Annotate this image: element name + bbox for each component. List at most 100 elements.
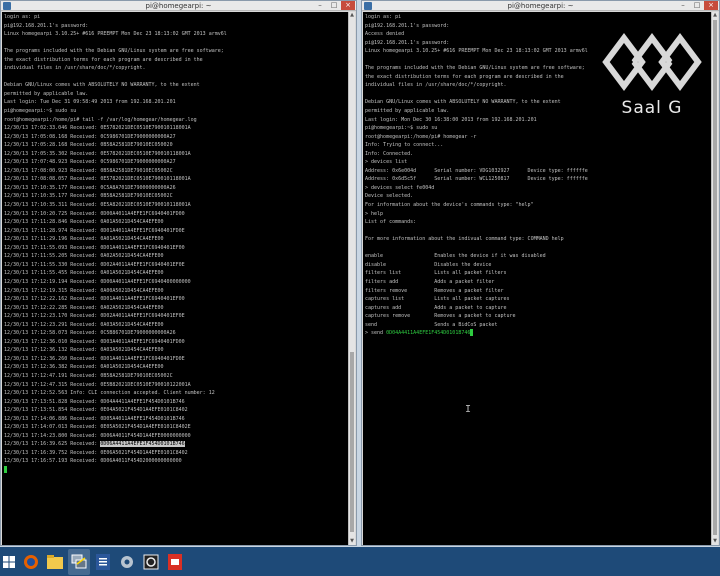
terminal-line: 12/30/13 17:12:58.073 Received: 0C5B8670… <box>4 330 176 337</box>
settings-icon <box>121 555 133 568</box>
terminal-line: permitted by applicable law. <box>4 90 89 97</box>
terminal-line: Debian GNU/Linux comes with ABSOLUTELY N… <box>4 82 200 89</box>
logo-mark-icon <box>602 33 702 91</box>
terminal-line: captures remove Removes a packet to capt… <box>365 313 516 320</box>
command-input[interactable]: 0D04A4411A4EFE1F454D0101B746 <box>386 330 470 336</box>
terminal-line: 12/30/13 17:12:47.315 Received: 0E5B8202… <box>4 381 191 388</box>
terminal-line: The programs included with the Debian GN… <box>4 48 224 55</box>
taskbar-settings[interactable] <box>116 549 138 575</box>
scroll-up-icon[interactable]: ▲ <box>349 12 355 19</box>
terminal-line: captures list Lists all packet captures <box>365 296 510 303</box>
terminal-line: 12/30/13 17:14:23.800 Received: 0D06A401… <box>4 432 191 439</box>
terminal-line: 12/30/13 17:12:52.563 Info: CLI connecti… <box>4 390 215 397</box>
terminal-line: 12/30/13 17:13:51.828 Received: 0D04A441… <box>4 398 185 405</box>
terminal-line: 12/30/13 17:02:33.046 Received: 0E578202… <box>4 125 191 132</box>
terminal-line: Last login: Tue Dec 31 09:58:49 2013 fro… <box>4 99 176 106</box>
word-icon <box>96 553 110 570</box>
terminal-line: 12/30/13 17:08:08.057 Received: 0E578202… <box>4 176 191 183</box>
start-button[interactable] <box>0 547 18 576</box>
left-scrollbar[interactable]: ▲ ▼ <box>348 12 355 545</box>
taskbar-word[interactable] <box>92 549 114 575</box>
left-terminal-window[interactable]: pi@homegearpi: ~ – □ × login as: pi pi@19… <box>0 0 357 546</box>
terminal-line: > devices select fe004d <box>365 184 435 191</box>
scroll-up-icon[interactable]: ▲ <box>712 12 718 19</box>
scroll-down-icon[interactable]: ▼ <box>712 538 718 545</box>
terminal-line: 12/30/13 17:11:55.455 Received: 0A01A502… <box>4 270 164 277</box>
logo-text: Saal G <box>621 98 683 118</box>
prompt-line[interactable] <box>4 465 347 475</box>
left-title-bar[interactable]: pi@homegearpi: ~ – □ × <box>1 1 356 11</box>
terminal-line: Address: 0x6d5c5f Serial number: WCL1250… <box>365 176 588 183</box>
terminal-line: 12/30/13 17:12:36.260 Received: 0D01A401… <box>4 355 185 362</box>
close-button[interactable]: × <box>341 1 355 10</box>
terminal-line: > help <box>365 210 384 217</box>
terminal-line: 12/30/13 17:11:55.330 Received: 0D02A401… <box>4 261 185 268</box>
right-window-title: pi@homegearpi: ~ <box>507 2 574 10</box>
terminal-line: 12/30/13 17:10:35.311 Received: 0E5A8202… <box>4 202 191 209</box>
terminal-line: 12/30/13 17:05:08.168 Received: 0C598670… <box>4 133 176 140</box>
terminal-line: root@homegearpi:/home/pi# homegear -r <box>365 133 477 140</box>
taskbar-explorer[interactable] <box>44 549 66 575</box>
minimize-button[interactable]: – <box>676 1 690 10</box>
right-scrollbar[interactable]: ▲ ▼ <box>711 12 718 545</box>
left-terminal-output[interactable]: login as: pi pi@192.168.201.1's password:… <box>2 12 349 545</box>
taskbar-pdf[interactable] <box>164 549 186 575</box>
terminal-line: root@homegearpi:/home/pi# tail -f /var/l… <box>4 116 197 123</box>
terminal-line: captures add Adds a packet to capture <box>365 304 507 311</box>
terminal-line: 12/30/13 17:12:23.291 Received: 0A03A502… <box>4 321 164 328</box>
terminal-line: Info: Trying to connect... <box>365 142 444 149</box>
minimize-button[interactable]: – <box>313 1 327 10</box>
close-button[interactable]: × <box>704 1 718 10</box>
terminal-line: pi@192.168.201.1's password: <box>4 22 89 29</box>
terminal-line: send Sends a BidCoS packet <box>365 321 498 328</box>
right-title-bar[interactable]: pi@homegearpi: ~ – □ × <box>362 1 719 11</box>
terminal-line: 12/30/13 17:14:07.013 Received: 0E05A502… <box>4 424 191 431</box>
terminal-line: 12/30/13 17:05:28.168 Received: 0B58A258… <box>4 142 173 149</box>
terminal-line: 12/30/13 17:12:23.170 Received: 0D02A401… <box>4 313 185 320</box>
selected-text[interactable]: 0D06A4411A4EFE1F454D0101B746 <box>100 441 185 448</box>
terminal-line: 12/30/13 17:12:19.194 Received: 0D00A401… <box>4 278 191 285</box>
terminal-line: 12/30/13 17:16:39.625 Received: 0D06A441… <box>4 441 185 448</box>
terminal-line: filters remove Removes a packet filter <box>365 287 504 294</box>
terminal-line: login as: pi <box>4 14 41 20</box>
terminal-line: 12/30/13 17:11:29.196 Received: 0A01A502… <box>4 236 164 243</box>
terminal-line: 12/30/13 17:11:55.093 Received: 0D01A401… <box>4 244 185 251</box>
taskbar-putty[interactable] <box>68 548 90 575</box>
terminal-line: the exact distribution terms for each pr… <box>4 56 203 63</box>
taskbar-media[interactable] <box>140 549 162 575</box>
scroll-down-icon[interactable]: ▼ <box>349 538 355 545</box>
terminal-line: Device selected. <box>365 193 414 200</box>
terminal-line: 12/30/13 17:11:28.974 Received: 0D01A401… <box>4 227 185 234</box>
terminal-line: pi@homegearpi:~$ sudo su <box>4 108 77 115</box>
maximize-button[interactable]: □ <box>327 1 341 10</box>
terminal-line: List of commands: <box>365 219 417 226</box>
scroll-thumb[interactable] <box>713 20 717 535</box>
terminal-line: 12/30/13 17:11:28.846 Received: 0A01A502… <box>4 219 164 226</box>
terminal-line: 12/30/13 17:07:48.923 Received: 0C598670… <box>4 159 176 166</box>
terminal-line: 12/30/13 17:13:51.854 Received: 0E04A502… <box>4 407 188 414</box>
terminal-line: disable Disables the device <box>365 261 492 268</box>
terminal-line: 12/30/13 17:10:35.177 Received: 0B58A258… <box>4 193 173 200</box>
taskbar-firefox[interactable] <box>20 549 42 575</box>
scroll-thumb[interactable] <box>350 352 354 532</box>
media-icon <box>143 554 159 569</box>
text-cursor-icon: I <box>465 404 472 415</box>
prompt: > send <box>365 330 387 337</box>
left-window-title: pi@homegearpi: ~ <box>145 2 212 10</box>
terminal-line: Address: 0x6e004d Serial number: VDG1032… <box>365 167 588 174</box>
putty-icon <box>71 554 87 568</box>
cursor-icon <box>4 465 7 473</box>
command-input-line[interactable]: > send 0D04A4411A4EFE1F454D0101B746 <box>365 329 710 338</box>
terminal-line: Info: Connected. <box>365 150 414 157</box>
saal-g-logo: Saal G <box>600 28 704 128</box>
explorer-folder-icon <box>47 554 63 569</box>
maximize-button[interactable]: □ <box>690 1 704 10</box>
right-terminal-window[interactable]: pi@homegearpi: ~ – □ × login as: pi pi@19… <box>361 0 720 546</box>
terminal-line: login as: pi <box>365 14 402 20</box>
terminal-line: 12/30/13 17:12:36.010 Received: 0D03A401… <box>4 338 185 345</box>
terminal-line: 12/30/13 17:12:36.132 Received: 0A03A502… <box>4 347 164 354</box>
firefox-icon <box>24 554 38 569</box>
